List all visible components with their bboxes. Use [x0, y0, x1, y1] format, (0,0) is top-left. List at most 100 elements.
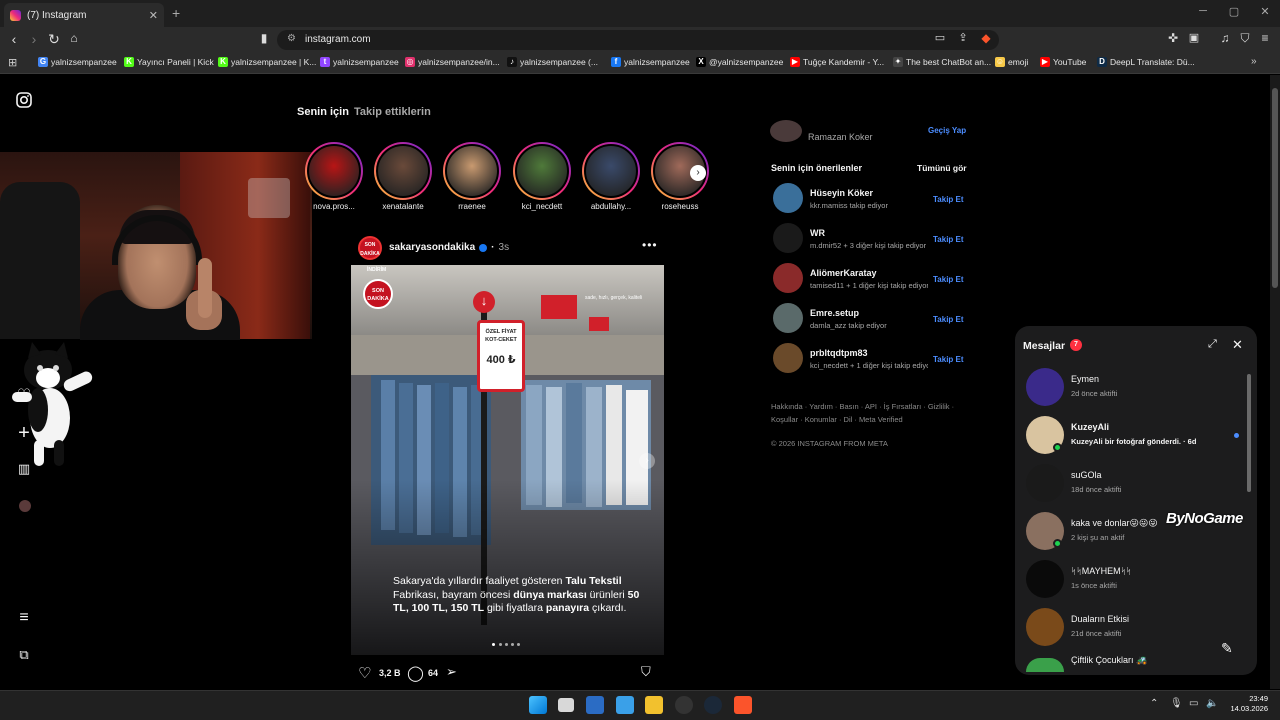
volume-icon[interactable]: 🔈: [1206, 698, 1218, 709]
close-tab-icon[interactable]: ✕: [149, 9, 158, 22]
vpn-icon[interactable]: ⛉: [1237, 31, 1253, 46]
back-icon[interactable]: ‹: [6, 31, 22, 47]
bookmark-item[interactable]: ◎ yalnizsempanzee/in...: [405, 57, 500, 67]
tab-for-you[interactable]: Senin için: [297, 106, 349, 118]
post-options-icon[interactable]: •••: [642, 238, 658, 252]
expand-icon[interactable]: ⤢: [1208, 338, 1217, 351]
carousel-next-icon[interactable]: ›: [639, 453, 655, 469]
bookmark-item[interactable]: ▶ Tuğçe Kandemir - Y...: [790, 57, 884, 67]
stories-next-icon[interactable]: ›: [690, 165, 706, 181]
suggestion-name[interactable]: Hüseyin Köker: [810, 188, 873, 198]
share-icon[interactable]: ⇪: [955, 31, 971, 44]
suggestion-avatar[interactable]: [773, 223, 803, 253]
suggestion-avatar[interactable]: [773, 303, 803, 333]
browser-tab[interactable]: (7) Instagram ✕: [4, 3, 164, 27]
profile-avatar-icon[interactable]: [19, 500, 31, 512]
more-bookmarks-icon[interactable]: »: [1251, 56, 1257, 67]
close-messages-icon[interactable]: ✕: [1232, 337, 1243, 353]
tray-expand-icon[interactable]: ⌃: [1150, 698, 1158, 709]
meta-apps-icon[interactable]: ⧉: [14, 647, 34, 663]
follow-button[interactable]: Takip Et: [933, 275, 964, 284]
story-name[interactable]: kci_necdett: [507, 202, 577, 211]
post-author-avatar[interactable]: SON DAKİKA: [358, 236, 382, 260]
bookmark-item[interactable]: K Yayıncı Paneli | Kick: [124, 57, 214, 67]
footer-links[interactable]: Hakkında · Yardım · Basın · API · İş Fır…: [771, 401, 971, 426]
follow-button[interactable]: Takip Et: [933, 315, 964, 324]
new-tab-icon[interactable]: +: [172, 5, 180, 21]
messages-scrollbar[interactable]: [1247, 374, 1251, 492]
window-close-icon[interactable]: ✕: [1255, 5, 1275, 18]
share-send-icon[interactable]: ➢: [446, 664, 457, 680]
bookmark-item[interactable]: ✦ The best ChatBot an...: [893, 57, 991, 67]
comment-count[interactable]: 64: [428, 668, 438, 678]
bookmark-item[interactable]: D DeepL Translate: Dü...: [1097, 57, 1195, 67]
like-heart-icon[interactable]: ♡: [358, 664, 371, 682]
bookmark-item[interactable]: Kyalnizsempanzee | K...: [218, 57, 316, 67]
microphone-icon[interactable]: 🎙: [1170, 698, 1183, 709]
suggestion-avatar[interactable]: [773, 263, 803, 293]
suggestion-name[interactable]: WR: [810, 228, 825, 238]
bookmark-item[interactable]: f yalnizsempanzee: [611, 57, 690, 67]
apps-grid-icon[interactable]: ⊞: [8, 56, 17, 69]
story-name[interactable]: abdullahy...: [576, 202, 646, 211]
switch-account-link[interactable]: Geçiş Yap: [928, 126, 966, 135]
address-bar[interactable]: ⚙ instagram.com: [277, 30, 999, 50]
suggestion-avatar[interactable]: [773, 183, 803, 213]
reload-icon[interactable]: ↻: [46, 31, 62, 48]
page-scrollbar-thumb[interactable]: [1272, 88, 1278, 288]
maximize-icon[interactable]: ▢: [1224, 5, 1244, 18]
extensions-icon[interactable]: ✜: [1165, 31, 1181, 45]
minimize-icon[interactable]: ─: [1193, 5, 1213, 17]
suggestion-avatar[interactable]: [773, 343, 803, 373]
file-explorer-icon[interactable]: [645, 696, 663, 714]
sidebar-icon[interactable]: ▣: [1186, 31, 1202, 44]
bookmark-item[interactable]: ▶ YouTube: [1040, 57, 1086, 67]
follow-button[interactable]: Takip Et: [933, 195, 964, 204]
brave-browser-icon[interactable]: [734, 696, 752, 714]
story-ring[interactable]: [513, 142, 571, 200]
steam-icon[interactable]: [704, 696, 722, 714]
menu-icon[interactable]: ≡: [1257, 31, 1273, 45]
bookmark-item[interactable]: ♪ yalnizsempanzee (...: [507, 57, 598, 67]
suggestion-name[interactable]: AliömerKaratay: [810, 268, 877, 278]
bookmark-item[interactable]: Gyalnizsempanzee: [38, 57, 117, 67]
follow-button[interactable]: Takip Et: [933, 355, 964, 364]
app-icon-1[interactable]: [586, 696, 604, 714]
bookmark-item[interactable]: t yalnizsempanzee: [320, 57, 399, 67]
like-count[interactable]: 3,2 B: [379, 668, 401, 678]
story-name[interactable]: roseheuss: [645, 202, 715, 211]
story-ring[interactable]: [443, 142, 501, 200]
bookmark-icon[interactable]: ▮: [256, 31, 272, 45]
suggestion-name[interactable]: Emre.setup: [810, 308, 859, 318]
network-icon[interactable]: ▭: [1189, 698, 1198, 709]
task-view-icon[interactable]: [558, 698, 574, 712]
more-menu-icon[interactable]: ≡: [14, 609, 34, 627]
suggestion-name[interactable]: prbltqdtpm83: [810, 348, 868, 358]
taskbar-clock[interactable]: 23:49 14.03.2026: [1220, 694, 1268, 714]
site-settings-icon[interactable]: ⚙: [287, 33, 296, 44]
story-name[interactable]: xenatalante: [368, 202, 438, 211]
see-all-link[interactable]: Tümünü gör: [917, 163, 967, 173]
windows-start-icon[interactable]: [529, 696, 547, 714]
save-bookmark-icon[interactable]: ⛉: [641, 664, 651, 680]
app-icon-2[interactable]: [616, 696, 634, 714]
story-name[interactable]: nova.pros...: [299, 202, 369, 211]
forward-icon[interactable]: ›: [26, 31, 42, 47]
post-username[interactable]: sakaryasondakika: [389, 242, 475, 253]
brave-shield-icon[interactable]: ◆: [978, 31, 994, 45]
cast-icon[interactable]: ▭: [932, 31, 948, 44]
bookmark-item[interactable]: ☺ emoji: [995, 57, 1028, 67]
story-ring[interactable]: [582, 142, 640, 200]
current-user-avatar[interactable]: [770, 120, 802, 142]
home-icon[interactable]: ⌂: [66, 31, 82, 45]
obs-icon[interactable]: [675, 696, 693, 714]
story-ring[interactable]: [305, 142, 363, 200]
bookmark-item[interactable]: X @yalnizsempanzee: [696, 57, 783, 67]
follow-button[interactable]: Takip Et: [933, 235, 964, 244]
comment-icon[interactable]: ◯: [407, 664, 424, 682]
story-name[interactable]: rraenee: [437, 202, 507, 211]
new-message-icon[interactable]: ✎: [1221, 640, 1233, 657]
story-ring[interactable]: [374, 142, 432, 200]
tab-following[interactable]: Takip ettiklerin: [354, 106, 431, 118]
music-icon[interactable]: ♫: [1217, 31, 1233, 45]
